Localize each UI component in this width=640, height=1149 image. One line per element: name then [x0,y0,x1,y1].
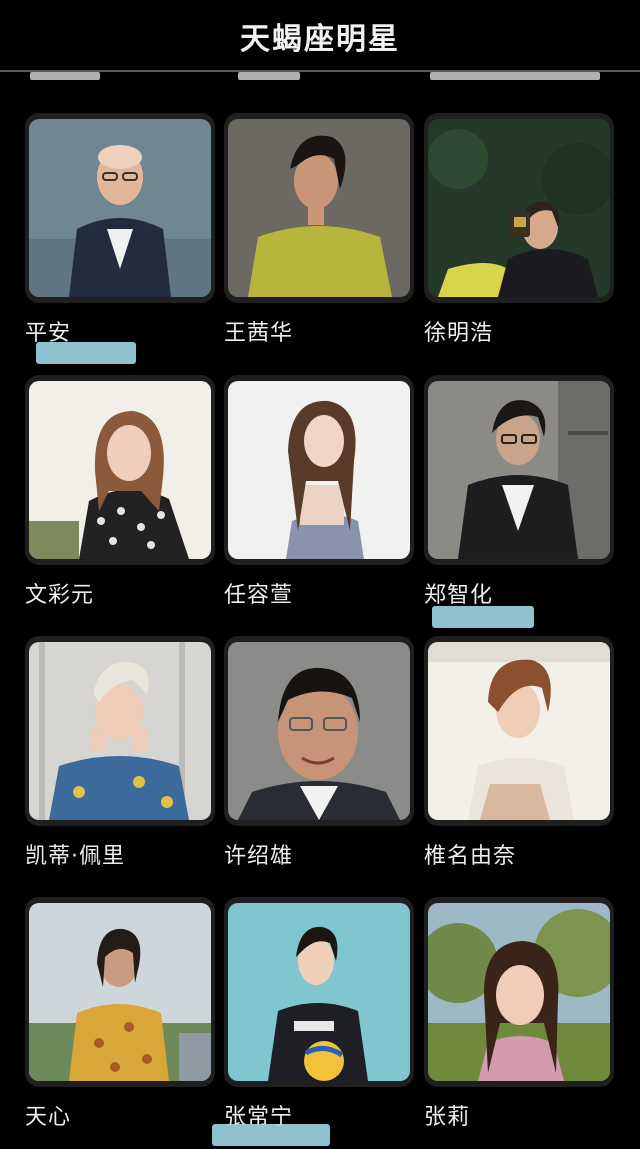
celebrity-photo[interactable] [228,119,410,297]
celebrity-photo[interactable] [29,381,211,559]
celebrity-photo[interactable] [29,903,211,1081]
celebrity-card[interactable]: 平安 [25,113,215,347]
celebrity-photo[interactable] [29,119,211,297]
celebrity-card[interactable]: 凯蒂·佩里 [25,636,215,870]
celebrity-name[interactable]: 张莉 [424,1099,614,1131]
celebrity-card[interactable]: 许绍雄 [224,636,414,870]
card-frame [224,113,414,303]
celebrity-photo[interactable] [29,642,211,820]
celebrity-card[interactable]: 徐明浩 [424,113,614,347]
top-bar: 天蝎座明星 [0,0,640,72]
header-divider [0,70,640,72]
celebrity-name[interactable]: 郑智化 [424,577,614,609]
celebrity-photo[interactable] [228,903,410,1081]
celebrity-name[interactable]: 文彩元 [25,577,215,609]
celebrity-card[interactable]: 天心 [25,897,215,1131]
celebrity-name[interactable]: 许绍雄 [224,838,414,870]
card-frame [424,897,614,1087]
celebrity-name[interactable]: 天心 [25,1099,215,1131]
celebrity-photo[interactable] [428,119,610,297]
celebrity-photo[interactable] [428,903,610,1081]
page-title: 天蝎座明星 [240,22,400,57]
celebrity-name[interactable]: 凯蒂·佩里 [25,838,215,870]
celebrity-card[interactable]: 文彩元 [25,375,215,609]
celebrity-card[interactable]: 椎名由奈 [424,636,614,870]
clipped-name [430,72,600,80]
card-frame [224,897,414,1087]
celebrity-card[interactable]: 王茜华 [224,113,414,347]
card-frame [424,636,614,826]
card-frame [25,897,215,1087]
card-frame [224,375,414,565]
celebrity-name[interactable]: 任容萱 [224,577,414,609]
card-frame [424,375,614,565]
highlight-mark [36,342,136,364]
celebrity-card[interactable]: 任容萱 [224,375,414,609]
celebrity-card[interactable]: 郑智化 [424,375,614,609]
highlight-mark [432,606,534,628]
celebrity-name[interactable]: 椎名由奈 [424,838,614,870]
card-frame [424,113,614,303]
card-frame [25,113,215,303]
celebrity-name[interactable]: 王茜华 [224,315,414,347]
highlight-mark [212,1124,330,1146]
card-frame [25,375,215,565]
card-frame [25,636,215,826]
clipped-name [30,72,100,80]
celebrity-card[interactable]: 张莉 [424,897,614,1131]
celebrity-photo[interactable] [428,381,610,559]
clipped-name [238,72,300,80]
celebrity-photo[interactable] [228,642,410,820]
celebrity-grid: 平安 王茜华 徐明浩 文彩元 任容萱 郑智化 凯蒂·佩里 许绍雄 椎名由奈 天心… [0,0,640,1149]
celebrity-name[interactable]: 徐明浩 [424,315,614,347]
card-frame [224,636,414,826]
celebrity-photo[interactable] [228,381,410,559]
celebrity-card[interactable]: 张常宁 [224,897,414,1131]
celebrity-photo[interactable] [428,642,610,820]
